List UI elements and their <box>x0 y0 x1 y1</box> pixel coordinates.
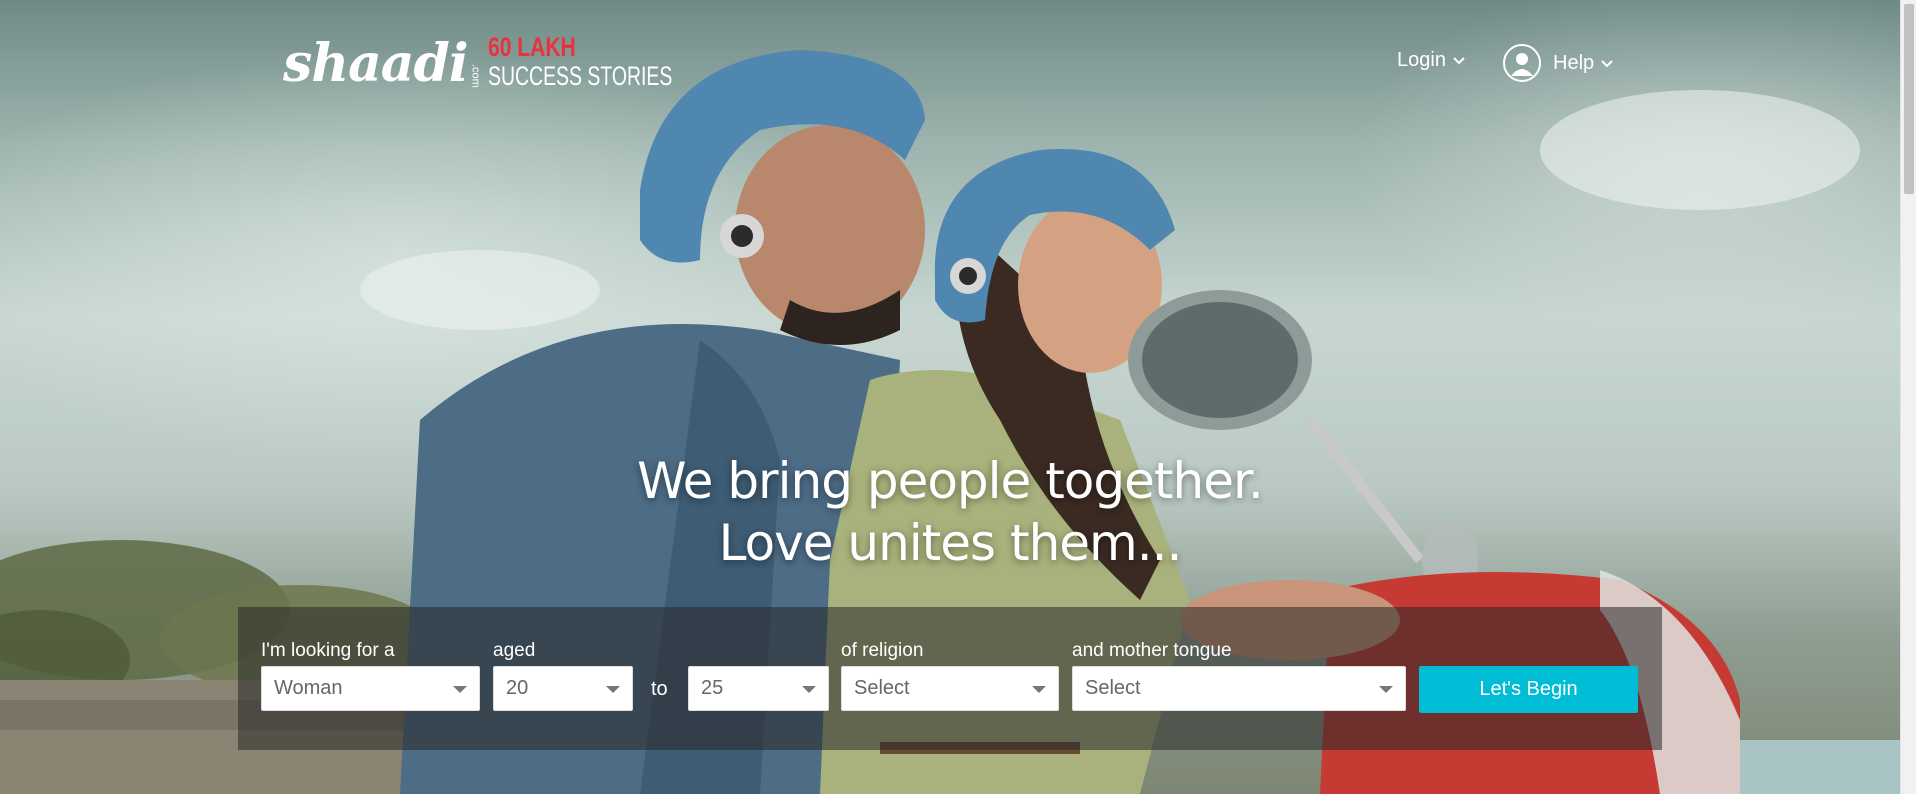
religion-select[interactable]: Select <box>841 666 1059 711</box>
mother-tongue-label: and mother tongue <box>1072 640 1232 661</box>
looking-for-label: I'm looking for a <box>261 640 395 661</box>
logo-tagline: 60 LAKH SUCCESS STORIES <box>488 34 744 90</box>
age-to-value: 25 <box>701 677 724 699</box>
age-to-connector: to <box>651 678 668 700</box>
login-label: Login <box>1397 49 1446 71</box>
religion-label: of religion <box>841 640 924 661</box>
hero-headline-line1: We bring people together. <box>637 452 1264 510</box>
page-scrollbar[interactable] <box>1900 0 1916 794</box>
dropdown-caret-icon <box>453 686 467 693</box>
logo-wordmark: shaadi <box>283 33 469 94</box>
dropdown-caret-icon <box>802 686 816 693</box>
dropdown-caret-icon <box>606 686 620 693</box>
logo-domain: .com <box>469 64 482 88</box>
looking-for-select[interactable]: Woman <box>261 666 480 711</box>
mother-tongue-select[interactable]: Select <box>1072 666 1406 711</box>
hero-headline: We bring people together. Love unites th… <box>0 450 1900 574</box>
dropdown-caret-icon <box>1032 686 1046 693</box>
scrollbar-thumb[interactable] <box>1904 4 1914 194</box>
chevron-down-icon <box>1600 52 1614 75</box>
age-from-select[interactable]: 20 <box>493 666 633 711</box>
logo-tagline-text: SUCCESS STORIES <box>487 61 672 91</box>
religion-value: Select <box>854 677 910 699</box>
dropdown-caret-icon <box>1379 686 1393 693</box>
logo-tagline-count: 60 LAKH <box>487 32 576 62</box>
help-label: Help <box>1553 51 1595 74</box>
chevron-down-icon <box>1452 49 1466 72</box>
age-label: aged <box>493 640 536 661</box>
age-to-select[interactable]: 25 <box>688 666 829 711</box>
looking-for-value: Woman <box>274 677 343 699</box>
shaadi-logo[interactable]: shaadi .com 60 LAKH SUCCESS STORIES <box>283 34 744 90</box>
help-menu[interactable]: Help <box>1503 44 1614 82</box>
lets-begin-button[interactable]: Let's Begin <box>1419 666 1638 713</box>
login-menu[interactable]: Login <box>1397 49 1466 72</box>
hero-headline-line2: Love unites them... <box>718 514 1183 572</box>
mother-tongue-value: Select <box>1085 677 1141 699</box>
age-from-value: 20 <box>506 677 529 699</box>
user-avatar-icon <box>1503 44 1541 82</box>
